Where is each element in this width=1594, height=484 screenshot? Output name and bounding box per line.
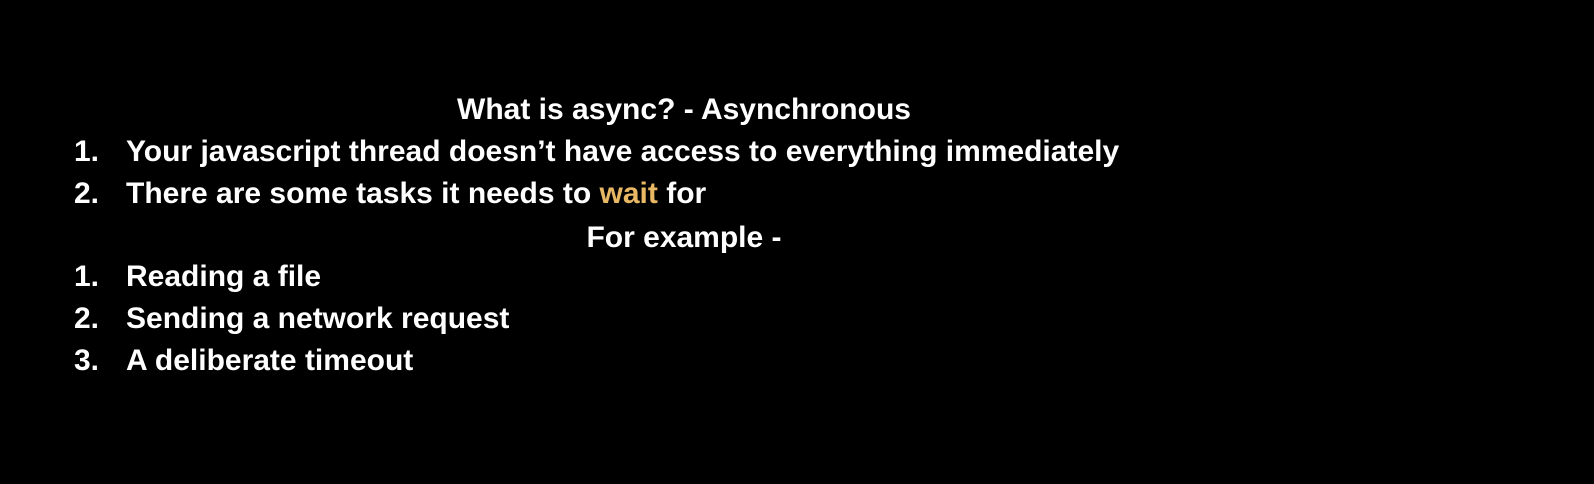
examples-heading: For example -: [586, 221, 782, 254]
list-item: 1. Your javascript thread doesn’t have a…: [74, 131, 1119, 173]
highlighted-word: wait: [599, 177, 658, 210]
list-item-text: Reading a file: [126, 260, 322, 293]
list-item: 2. Sending a network request: [74, 298, 509, 340]
text-before-highlight: There are some tasks it needs to: [126, 177, 600, 210]
list-item: 1. Reading a file: [74, 256, 509, 298]
list-number: 2.: [74, 302, 100, 335]
list-item-text: A deliberate timeout: [126, 344, 414, 377]
list-item-text: Your javascript thread doesn’t have acce…: [126, 135, 1120, 168]
slide: What is async? - Asynchronous 1. Your ja…: [0, 0, 1594, 484]
slide-title: What is async? - Asynchronous: [457, 93, 911, 126]
list-number: 3.: [74, 344, 100, 377]
async-points-list: 1. Your javascript thread doesn’t have a…: [74, 131, 1119, 215]
list-item-text: Sending a network request: [126, 302, 510, 335]
list-item: 3. A deliberate timeout: [74, 340, 509, 382]
list-number: 1.: [74, 260, 100, 293]
text-after-highlight: for: [657, 177, 707, 210]
list-number: 2.: [74, 177, 100, 210]
examples-list: 1. Reading a file 2. Sending a network r…: [74, 256, 509, 382]
list-item-text: There are some tasks it needs to wait fo…: [126, 173, 706, 215]
list-item: 2. There are some tasks it needs to wait…: [74, 173, 1119, 215]
list-number: 1.: [74, 135, 100, 168]
